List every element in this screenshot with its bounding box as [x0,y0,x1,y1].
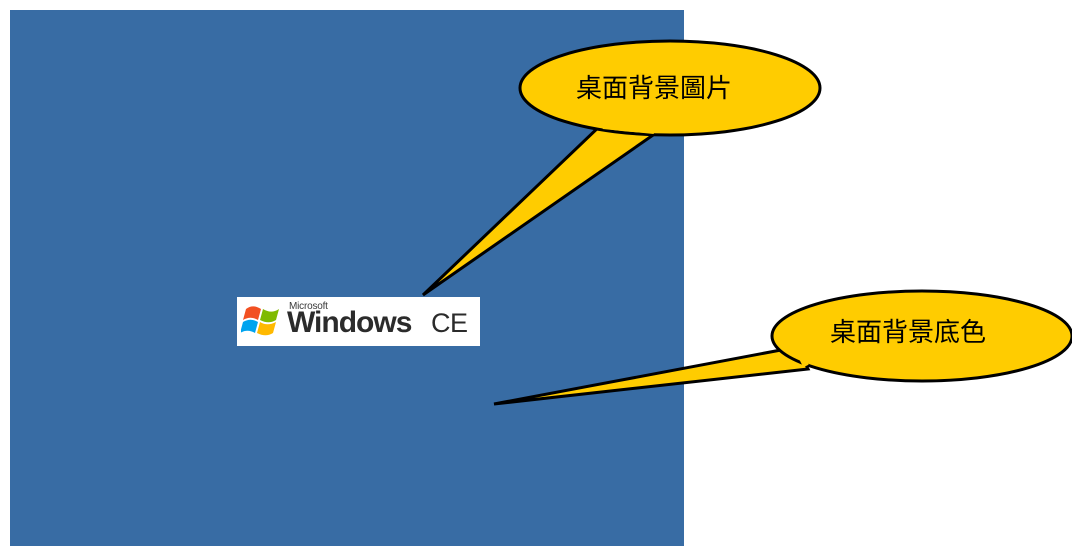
callout-layer [421,39,1072,406]
callout-label-wallpaper-image: 桌面背景圖片 [576,74,733,104]
callout-label-background-color: 桌面背景底色 [830,318,987,348]
